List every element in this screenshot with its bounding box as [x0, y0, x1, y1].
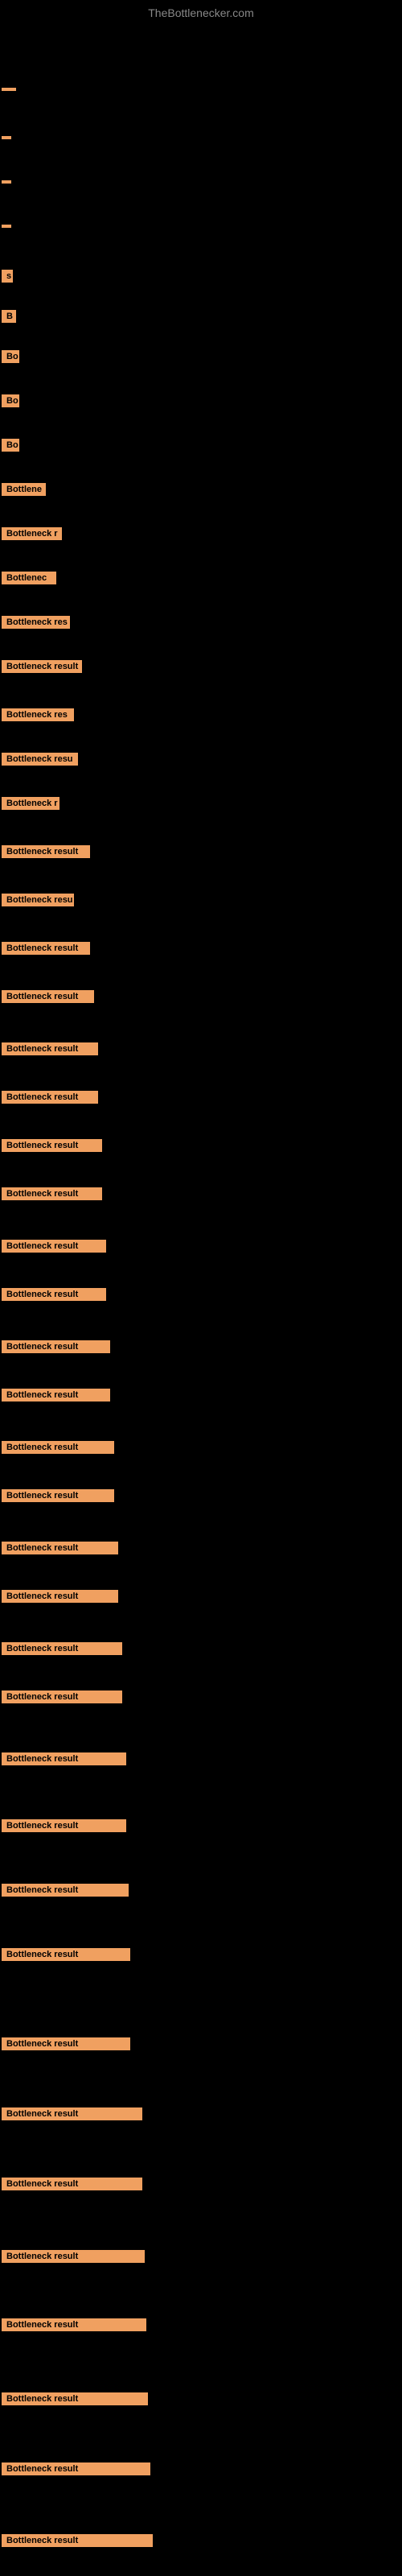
bottleneck-result-badge: Bottleneck result [2, 1948, 130, 1961]
bottleneck-result-badge: B [2, 310, 16, 323]
bottleneck-result-badge: Bottleneck result [2, 1884, 129, 1897]
badge-item-37: Bottleneck result [2, 1819, 126, 1836]
badge-item-47: Bottleneck result [2, 2534, 153, 2551]
badge-item-45: Bottleneck result [2, 2392, 148, 2409]
badge-item-22: Bottleneck result [2, 1042, 98, 1059]
badge-item-24: Bottleneck result [2, 1139, 102, 1156]
badge-item-28: Bottleneck result [2, 1340, 110, 1357]
bottleneck-result-badge: Bottleneck result [2, 1489, 114, 1502]
bottleneck-result-badge: Bottleneck result [2, 845, 90, 858]
badge-item-42: Bottleneck result [2, 2178, 142, 2194]
bottleneck-result-badge [2, 136, 11, 139]
bottleneck-result-badge: Bo [2, 350, 19, 363]
badge-item-2 [2, 129, 11, 143]
badge-item-13: Bottleneck res [2, 616, 70, 633]
bottleneck-result-badge: Bottleneck result [2, 942, 90, 955]
bottleneck-result-badge: Bottleneck result [2, 2318, 146, 2331]
bottleneck-result-badge: Bottleneck result [2, 1389, 110, 1402]
badge-item-27: Bottleneck result [2, 1288, 106, 1305]
bottleneck-result-badge: Bottleneck result [2, 2107, 142, 2120]
bottleneck-result-badge: s [2, 270, 13, 283]
bottleneck-result-badge: Bottleneck result [2, 1139, 102, 1152]
badge-item-40: Bottleneck result [2, 2037, 130, 2054]
badge-item-46: Bottleneck result [2, 2462, 150, 2479]
badge-item-38: Bottleneck result [2, 1884, 129, 1901]
bottleneck-result-badge: Bo [2, 439, 19, 452]
badge-item-7: Bo [2, 350, 19, 367]
badge-item-41: Bottleneck result [2, 2107, 142, 2124]
badge-item-44: Bottleneck result [2, 2318, 146, 2335]
badge-item-15: Bottleneck res [2, 708, 74, 725]
badge-item-8: Bo [2, 394, 19, 411]
bottleneck-result-badge: Bottleneck result [2, 1340, 110, 1353]
badge-item-34: Bottleneck result [2, 1642, 122, 1659]
bottleneck-result-badge [2, 88, 16, 91]
badge-item-12: Bottlenec [2, 572, 56, 588]
bottleneck-result-badge: Bottleneck resu [2, 894, 74, 906]
badge-item-31: Bottleneck result [2, 1489, 114, 1506]
badge-item-5: s [2, 270, 13, 287]
bottleneck-result-badge: Bottleneck result [2, 1542, 118, 1554]
bottleneck-result-badge: Bottleneck result [2, 1819, 126, 1832]
bottleneck-result-badge: Bottleneck result [2, 2392, 148, 2405]
badge-item-10: Bottlene [2, 483, 46, 500]
badge-item-32: Bottleneck result [2, 1542, 118, 1558]
badge-item-30: Bottleneck result [2, 1441, 114, 1458]
bottleneck-result-badge: Bottleneck r [2, 527, 62, 540]
badge-item-35: Bottleneck result [2, 1690, 122, 1707]
badge-item-18: Bottleneck result [2, 845, 90, 862]
badge-item-9: Bo [2, 439, 19, 456]
badge-item-16: Bottleneck resu [2, 753, 78, 770]
bottleneck-result-badge: Bottleneck r [2, 797, 59, 810]
badge-item-1 [2, 80, 16, 95]
badge-item-20: Bottleneck result [2, 942, 90, 959]
badge-item-11: Bottleneck r [2, 527, 62, 544]
badge-item-36: Bottleneck result [2, 1752, 126, 1769]
bottleneck-result-badge: Bottleneck result [2, 1441, 114, 1454]
bottleneck-result-badge: Bottleneck result [2, 2534, 153, 2547]
bottleneck-result-badge: Bottleneck res [2, 616, 70, 629]
badge-item-6: B [2, 310, 16, 327]
bottleneck-result-badge: Bottleneck result [2, 1590, 118, 1603]
badge-item-14: Bottleneck result [2, 660, 82, 677]
bottleneck-result-badge: Bottleneck result [2, 1042, 98, 1055]
bottleneck-result-badge: Bottleneck result [2, 990, 94, 1003]
badge-item-21: Bottleneck result [2, 990, 94, 1007]
badge-item-4 [2, 217, 11, 232]
bottleneck-result-badge: Bottleneck result [2, 2462, 150, 2475]
badge-item-3 [2, 173, 11, 188]
bottleneck-result-badge: Bottleneck result [2, 2250, 145, 2263]
bottleneck-result-badge: Bottleneck result [2, 1288, 106, 1301]
badge-item-17: Bottleneck r [2, 797, 59, 814]
bottleneck-result-badge: Bottlene [2, 483, 46, 496]
badge-item-19: Bottleneck resu [2, 894, 74, 910]
site-title: TheBottlenecker.com [0, 0, 402, 23]
bottleneck-result-badge: Bottleneck resu [2, 753, 78, 766]
badge-item-26: Bottleneck result [2, 1240, 106, 1257]
bottleneck-result-badge: Bottleneck result [2, 1091, 98, 1104]
bottleneck-result-badge: Bottleneck result [2, 1240, 106, 1253]
bottleneck-result-badge: Bottleneck result [2, 1690, 122, 1703]
bottleneck-result-badge: Bottleneck result [2, 1752, 126, 1765]
badge-item-23: Bottleneck result [2, 1091, 98, 1108]
badge-item-39: Bottleneck result [2, 1948, 130, 1965]
bottleneck-result-badge: Bottleneck res [2, 708, 74, 721]
bottleneck-result-badge: Bo [2, 394, 19, 407]
bottleneck-result-badge: Bottlenec [2, 572, 56, 584]
badge-item-29: Bottleneck result [2, 1389, 110, 1406]
badge-item-33: Bottleneck result [2, 1590, 118, 1607]
bottleneck-result-badge: Bottleneck result [2, 2178, 142, 2190]
bottleneck-result-badge: Bottleneck result [2, 660, 82, 673]
bottleneck-result-badge [2, 225, 11, 228]
bottleneck-result-badge: Bottleneck result [2, 1187, 102, 1200]
bottleneck-result-badge [2, 180, 11, 184]
badge-item-25: Bottleneck result [2, 1187, 102, 1204]
badge-item-43: Bottleneck result [2, 2250, 145, 2267]
bottleneck-result-badge: Bottleneck result [2, 2037, 130, 2050]
bottleneck-result-badge: Bottleneck result [2, 1642, 122, 1655]
